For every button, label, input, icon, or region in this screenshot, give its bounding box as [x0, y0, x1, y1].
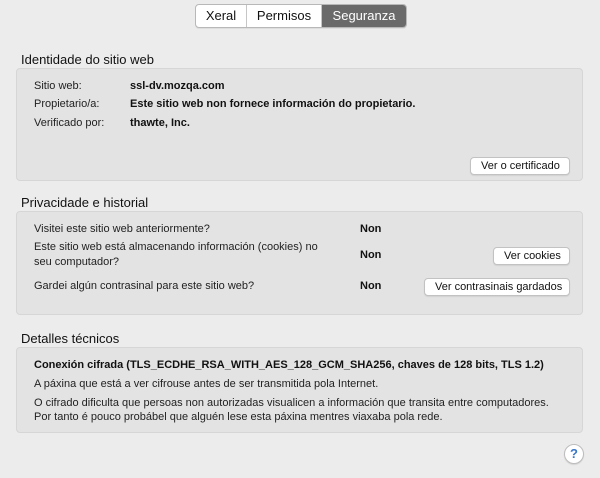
passwords-question: Gardei algún contrasinal para este sitio…	[34, 280, 255, 292]
privacy-title: Privacidade e historial	[21, 195, 149, 210]
connection-info: Conexión cifrada (TLS_ECDHE_RSA_WITH_AES…	[34, 359, 544, 371]
cookies-question-line2: seu computador?	[34, 256, 119, 268]
question-icon: ?	[570, 446, 578, 461]
website-label: Sitio web:	[34, 80, 82, 92]
identity-title: Identidade do sitio web	[21, 52, 154, 67]
visited-answer: Non	[360, 223, 382, 235]
website-value: ssl-dv.mozqa.com	[130, 80, 225, 92]
view-cookies-button[interactable]: Ver cookies	[493, 247, 570, 265]
verified-value: thawte, Inc.	[130, 117, 190, 129]
identity-panel: Sitio web: ssl-dv.mozqa.com Propietario/…	[16, 68, 583, 181]
technical-panel: Conexión cifrada (TLS_ECDHE_RSA_WITH_AES…	[16, 347, 583, 433]
tab-permissions[interactable]: Permisos	[247, 5, 322, 27]
privacy-panel: Visitei este sitio web anteriormente? No…	[16, 211, 583, 315]
verified-label: Verificado por:	[34, 117, 105, 129]
passwords-answer: Non	[360, 280, 382, 292]
technical-line2: O cifrado dificulta que persoas non auto…	[34, 397, 549, 409]
technical-line3: Por tanto é pouco probábel que alguén le…	[34, 411, 443, 423]
view-certificate-button[interactable]: Ver o certificado	[470, 157, 570, 175]
tab-security[interactable]: Seguranza	[322, 5, 406, 27]
cookies-answer: Non	[360, 249, 382, 261]
help-button[interactable]: ?	[564, 444, 584, 464]
owner-label: Propietario/a:	[34, 98, 100, 110]
owner-value: Este sitio web non fornece información d…	[130, 98, 416, 110]
cookies-question-line1: Este sitio web está almacenando informac…	[34, 241, 318, 253]
tab-bar: Xeral Permisos Seguranza	[195, 4, 407, 28]
technical-title: Detalles técnicos	[21, 331, 120, 346]
page-info-window: Xeral Permisos Seguranza Identidade do s…	[0, 0, 600, 478]
view-saved-passwords-button[interactable]: Ver contrasinais gardados	[424, 278, 570, 296]
tab-general[interactable]: Xeral	[196, 5, 247, 27]
technical-line1: A páxina que está a ver cifrouse antes d…	[34, 378, 379, 390]
visited-question: Visitei este sitio web anteriormente?	[34, 223, 210, 235]
